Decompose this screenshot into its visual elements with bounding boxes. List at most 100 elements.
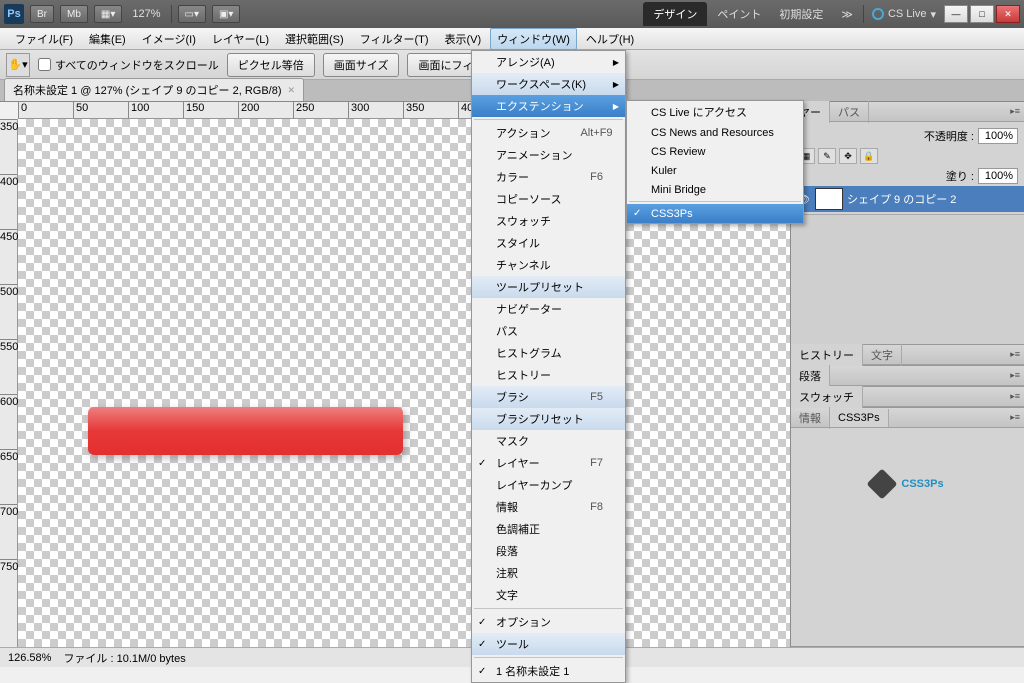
lock-position-icon[interactable]: ✥ [839,148,857,164]
lock-paint-icon[interactable]: ✎ [818,148,836,164]
layer-name[interactable]: シェイプ 9 のコピー 2 [847,191,956,207]
css3ps-body: CSS3Ps [791,428,1024,533]
fit-screen-button[interactable]: 画面サイズ [323,53,400,77]
layer-thumb[interactable] [815,188,843,210]
menu-item[interactable]: ✓ツール [472,633,625,655]
arrange-button[interactable]: ▭▾ [178,5,206,23]
panel-menu-icon[interactable]: ▸≡ [1010,391,1020,402]
menu-item[interactable]: コピーソース [472,188,625,210]
menu-item[interactable]: ヒストリー [472,364,625,386]
menu-item[interactable]: 段落 [472,540,625,562]
history-panel: ヒストリー 文字 ▸≡ [791,345,1024,366]
workspace-tab-paint[interactable]: ペイント [709,2,769,26]
menu-item[interactable]: ブラシプリセット [472,408,625,430]
menu-item[interactable]: CS Review [627,142,803,161]
minibridge-button[interactable]: Mb [60,5,88,23]
menu-item[interactable]: Mini Bridge [627,180,803,199]
menu-item[interactable]: Kuler [627,161,803,180]
menu-item[interactable]: アクションAlt+F9 [472,122,625,144]
close-tab-icon[interactable]: ✕ [288,85,296,96]
menu-layer[interactable]: レイヤー(L) [205,28,276,50]
menu-item[interactable]: ✓1 名称未設定 1 [472,660,625,682]
paragraph-tab[interactable]: 段落 [791,365,830,387]
menu-item[interactable]: チャンネル [472,254,625,276]
screenmode-button[interactable]: ▣▾ [212,5,240,23]
menu-help[interactable]: ヘルプ(H) [579,28,641,50]
shape-layer[interactable] [88,407,403,455]
menu-item[interactable]: マスク [472,430,625,452]
menu-item[interactable]: CS Live にアクセス [627,101,803,123]
info-tab[interactable]: 情報 [791,407,830,429]
menu-item[interactable]: 文字 [472,584,625,606]
fill-label: 塗り : [946,168,974,184]
workspace-tab-default[interactable]: 初期設定 [771,2,831,26]
actual-pixels-button[interactable]: ピクセル等倍 [227,53,315,77]
panel-menu-icon[interactable]: ▸≡ [1010,412,1020,423]
window-menu-dropdown: アレンジ(A)▶ワークスペース(K)▶エクステンション▶ アクションAlt+F9ア… [471,50,626,683]
css3ps-panel: 情報 CSS3Ps ▸≡ CSS3Ps [791,408,1024,647]
menu-item[interactable]: アニメーション [472,144,625,166]
opacity-label: 不透明度 : [924,128,974,144]
status-zoom[interactable]: 126.58% [8,652,51,664]
title-bar: Ps Br Mb ▦▾ 127% ▭▾ ▣▾ デザイン ペイント 初期設定 ≫ … [0,0,1024,28]
menu-item[interactable]: スウォッチ [472,210,625,232]
panel-menu-icon[interactable]: ▸≡ [1010,106,1020,117]
paths-tab[interactable]: パス [830,101,869,123]
close-button[interactable]: ✕ [996,5,1020,23]
menu-item[interactable]: ✓レイヤーF7 [472,452,625,474]
css3ps-logo-icon [867,469,898,500]
menu-item[interactable]: CS News and Resources [627,123,803,142]
menu-item[interactable]: 色調補正 [472,518,625,540]
menu-item[interactable]: ブラシF5 [472,386,625,408]
menu-image[interactable]: イメージ(I) [135,28,203,50]
menu-item[interactable]: レイヤーカンプ [472,474,625,496]
swatches-tab[interactable]: スウォッチ [791,386,863,408]
menu-window[interactable]: ウィンドウ(W) [490,28,577,50]
menu-item[interactable]: パス [472,320,625,342]
paragraph-panel: 段落 ▸≡ [791,366,1024,387]
menu-filter[interactable]: フィルター(T) [353,28,436,50]
menu-item[interactable]: エクステンション▶ [472,95,625,117]
menu-item[interactable]: アレンジ(A)▶ [472,51,625,73]
menu-select[interactable]: 選択範囲(S) [278,28,351,50]
panel-menu-icon[interactable]: ▸≡ [1010,370,1020,381]
hand-tool-icon[interactable]: ✋▾ [6,53,30,77]
panel-menu-icon[interactable]: ▸≡ [1010,349,1020,360]
menu-item[interactable]: 情報F8 [472,496,625,518]
menu-file[interactable]: ファイル(F) [8,28,80,50]
fill-value[interactable]: 100% [978,168,1018,184]
bridge-button[interactable]: Br [30,5,54,23]
menu-edit[interactable]: 編集(E) [82,28,133,50]
view-button[interactable]: ▦▾ [94,5,122,23]
lock-all-icon[interactable]: 🔒 [860,148,878,164]
zoom-display[interactable]: 127% [128,8,164,20]
maximize-button[interactable]: □ [970,5,994,23]
menu-item[interactable]: ワークスペース(K)▶ [472,73,625,95]
document-tab[interactable]: 名称未設定 1 @ 127% (シェイプ 9 のコピー 2, RGB/8) ✕ [4,78,304,101]
character-tab[interactable]: 文字 [863,344,902,366]
opacity-value[interactable]: 100% [978,128,1018,144]
menu-item[interactable]: ナビゲーター [472,298,625,320]
extensions-submenu: CS Live にアクセスCS News and ResourcesCS Rev… [626,100,804,224]
menu-item[interactable]: スタイル [472,232,625,254]
scroll-all-checkbox[interactable]: すべてのウィンドウをスクロール [38,57,219,73]
separator [171,5,172,23]
cslive-button[interactable]: CS Live▾ [866,8,942,21]
minimize-button[interactable]: ― [944,5,968,23]
workspace-more[interactable]: ≫ [833,4,861,25]
menu-item[interactable]: カラーF6 [472,166,625,188]
app-logo: Ps [4,4,24,24]
menu-item[interactable]: ヒストグラム [472,342,625,364]
history-tab[interactable]: ヒストリー [791,344,863,366]
layer-row[interactable]: 👁 シェイプ 9 のコピー 2 [791,186,1024,212]
menu-item[interactable]: 注釈 [472,562,625,584]
workspace-tab-design[interactable]: デザイン [643,2,707,26]
vertical-ruler: 350400450500550600650700750 [0,119,18,647]
swatches-panel: スウォッチ ▸≡ [791,387,1024,408]
menu-item[interactable]: ✓CSS3Ps [627,204,803,223]
status-doc[interactable]: ファイル : 10.1M/0 bytes [63,650,185,666]
menu-view[interactable]: 表示(V) [438,28,489,50]
menu-item[interactable]: ✓オプション [472,611,625,633]
menu-item[interactable]: ツールプリセット [472,276,625,298]
css3ps-tab[interactable]: CSS3Ps [830,409,889,427]
